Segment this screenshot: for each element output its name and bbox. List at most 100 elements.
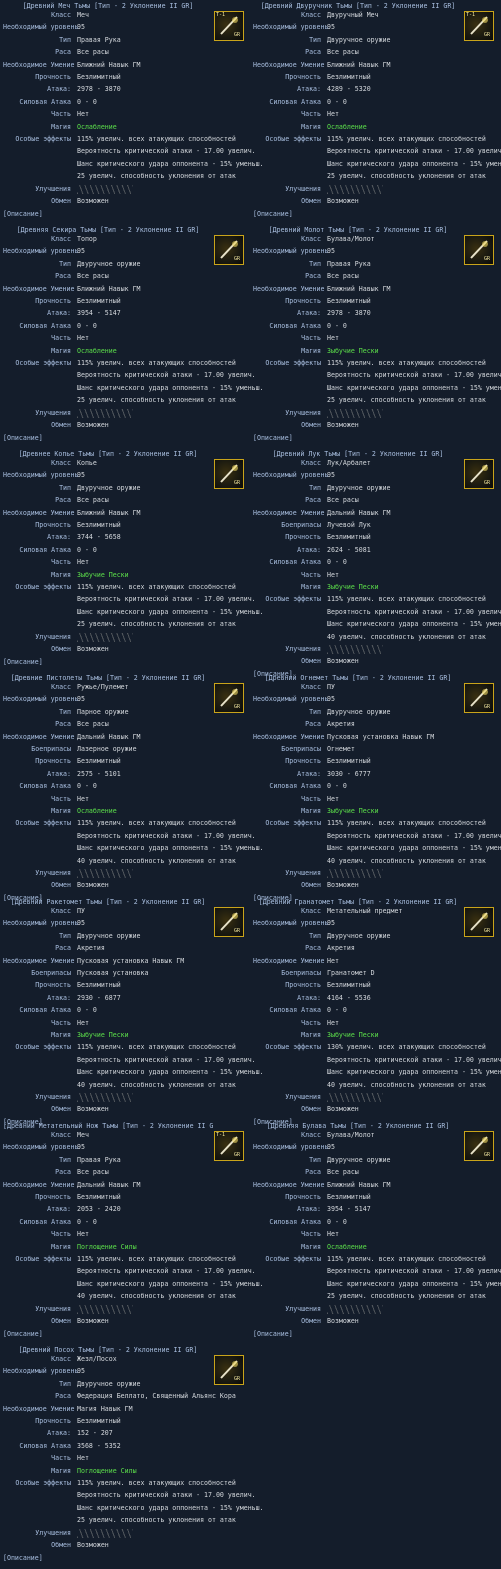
item-title[interactable]: [Древнее Копье Тьмы [Тип - 2 Уклонение I… — [3, 450, 213, 458]
field-value: Двуручное оружие — [327, 483, 391, 492]
effect-line: 115% увелич. всех атакующих способностей — [77, 819, 236, 828]
field-value: Нет — [327, 110, 339, 119]
field-value: Двуручное оружие — [77, 259, 141, 268]
field-row: Магия Зыбучие Пески — [253, 807, 499, 819]
field-label: Прочность — [285, 757, 321, 766]
item-card: [Древняя Булава Тьмы [Тип - 2 Уклонение … — [253, 1120, 501, 1340]
field-row: Необходимое Умение Пусковая установка Нав… — [3, 957, 249, 969]
field-row: Прочность Безлимитный — [253, 297, 499, 309]
item-title[interactable]: [Древний Меч Тьмы [Тип - 2 Уклонение II … — [3, 2, 213, 10]
upgrades-row: Улучшения — [3, 632, 249, 645]
item-title[interactable]: [Древняя Секира Тьмы [Тип - 2 Уклонение … — [3, 226, 213, 234]
description-link[interactable]: [Описание] — [253, 434, 293, 442]
item-card: [Древнее Копье Тьмы [Тип - 2 Уклонение I… — [3, 448, 264, 668]
field-row: Боеприпасы Лучевой Лук — [253, 521, 499, 533]
field-label: Часть — [301, 570, 321, 579]
field-value: Безлимитный — [77, 521, 121, 529]
field-label: Силовая Атака — [269, 97, 321, 106]
field-value: 4289 - 5320 — [327, 85, 371, 94]
description-link[interactable]: [Описание] — [3, 434, 43, 442]
field-label: Силовая Атака — [269, 1006, 321, 1015]
item-title[interactable]: [Древний Молот Тьмы [Тип - 2 Уклонение I… — [253, 226, 463, 234]
exchange-row: Обмен Возможен — [3, 421, 249, 433]
item-title[interactable]: [Древний Двуручник Тьмы [Тип - 2 Уклонен… — [253, 2, 463, 10]
item-card: [Древний Молот Тьмы [Тип - 2 Уклонение I… — [253, 224, 501, 444]
effect-line: Шанс критического удара оппонента - 15% … — [77, 159, 264, 168]
exchange-value: Возможен — [77, 645, 109, 653]
field-label: Прочность — [35, 757, 71, 766]
field-row: Магия Зыбучие Пески — [3, 1031, 249, 1043]
effect-line: 40 увелич. способность уклонения от атак — [327, 856, 486, 865]
description-link[interactable]: [Описание] — [3, 658, 43, 666]
effect-line: Вероятность критической атаки - 17.00 ув… — [77, 1055, 256, 1064]
exchange-row: Обмен Возможен — [253, 1317, 499, 1329]
item-title[interactable]: [Древний Ракетомет Тьмы [Тип - 2 Уклонен… — [3, 898, 213, 906]
effect-line: Шанс критического удара оппонента - 15% … — [77, 383, 264, 392]
field-label: Часть — [51, 1454, 71, 1463]
exchange-row: Обмен Возможен — [253, 1105, 499, 1117]
field-value: 2930 - 6877 — [77, 993, 121, 1002]
field-row: Необходимый уровень 95 — [3, 1143, 249, 1155]
field-value: 95 — [327, 919, 335, 928]
effect-line: Шанс критического удара оппонента - 15% … — [327, 844, 501, 853]
effect-line: Вероятность критической атаки - 17.00 ув… — [327, 1055, 501, 1064]
upgrade-slots — [77, 1093, 133, 1102]
field-value: Нет — [77, 794, 89, 803]
item-title[interactable]: [Древний Метательный Нож Тьмы [Тип - 2 У… — [3, 1122, 213, 1130]
item-title[interactable]: [Древний Лук Тьмы [Тип - 2 Уклонение II … — [253, 450, 463, 458]
item-title[interactable]: [Древняя Булава Тьмы [Тип - 2 Уклонение … — [253, 1122, 463, 1130]
field-label: Раса — [305, 272, 321, 281]
field-row: Магия Ослабление — [253, 123, 499, 135]
item-title[interactable]: [Древний Огнемет Тьмы [Тип - 2 Уклонение… — [253, 674, 463, 682]
field-value: 0 - 0 — [77, 782, 97, 791]
field-value: Безлимитный — [327, 297, 371, 305]
field-label: Атака: — [297, 993, 321, 1002]
field-row: Необходимое Умение Ближний Навык ГМ — [253, 285, 499, 297]
effect-line: Вероятность критической атаки - 17.00 ув… — [327, 147, 501, 156]
field-label: Прочность — [285, 1193, 321, 1201]
field-row: Атака: 152 - 207 — [3, 1429, 249, 1441]
field-value: Двуручное оружие — [327, 707, 391, 716]
field-label: Тип — [309, 483, 321, 492]
description-link[interactable]: [Описание] — [3, 1330, 43, 1338]
exchange-label: Обмен — [301, 881, 321, 890]
field-value: 95 — [77, 1367, 85, 1376]
magic-value: Ослабление — [77, 122, 117, 131]
upgrades-label: Улучшения — [285, 1304, 321, 1313]
field-value: ПУ — [77, 907, 85, 915]
field-value: Меч — [77, 1131, 89, 1139]
field-row: Класс Меч — [3, 1131, 249, 1143]
effect-line: Вероятность критической атаки - 17.00 ув… — [327, 371, 501, 380]
field-row: Класс Копье — [3, 459, 249, 471]
item-title[interactable]: [Древний Гранатомет Тьмы [Тип - 2 Уклоне… — [253, 898, 463, 906]
exchange-label: Обмен — [301, 197, 321, 205]
field-value: Двуручное оружие — [327, 931, 391, 940]
field-label: Необходимое Умение — [253, 732, 325, 741]
exchange-row: Обмен Возможен — [253, 657, 499, 669]
upgrade-slots — [327, 869, 383, 878]
field-row: Прочность Безлимитный — [253, 533, 499, 545]
effects-label: Особые эффекты — [15, 1043, 71, 1052]
upgrades-label: Улучшения — [35, 1093, 71, 1101]
effect-line: 25 увелич. способность уклонения от атак — [77, 172, 236, 181]
field-value: Ближний Навык ГМ — [327, 60, 391, 69]
description-link[interactable]: [Описание] — [253, 1330, 293, 1338]
effect-line: 115% увелич. всех атакующих способностей — [77, 1255, 236, 1263]
description-link[interactable]: [Описание] — [3, 210, 43, 218]
item-title[interactable]: [Древние Пистолеты Тьмы [Тип - 2 Уклонен… — [3, 674, 213, 682]
effect-line: Вероятность критической атаки - 17.00 ув… — [77, 1491, 256, 1500]
upgrades-label: Улучшения — [35, 869, 71, 877]
item-title[interactable]: [Древний Посох Тьмы [Тип - 2 Уклонение I… — [3, 1346, 213, 1354]
field-value: 95 — [327, 695, 335, 704]
effect-line: 40 увелич. способность уклонения от атак — [77, 1080, 236, 1089]
field-label: Атака: — [47, 85, 71, 94]
field-value: Двуручное оружие — [77, 483, 141, 492]
description-link[interactable]: [Описание] — [253, 210, 293, 218]
field-label: Часть — [51, 558, 71, 567]
item-card: [Древний Гранатомет Тьмы [Тип - 2 Уклоне… — [253, 896, 501, 1126]
field-label: Магия — [301, 807, 321, 815]
magic-value: Ослабление — [77, 807, 117, 815]
field-row: Часть Нет — [3, 558, 249, 570]
field-label: Раса — [55, 272, 71, 281]
description-link[interactable]: [Описание] — [3, 1554, 43, 1562]
